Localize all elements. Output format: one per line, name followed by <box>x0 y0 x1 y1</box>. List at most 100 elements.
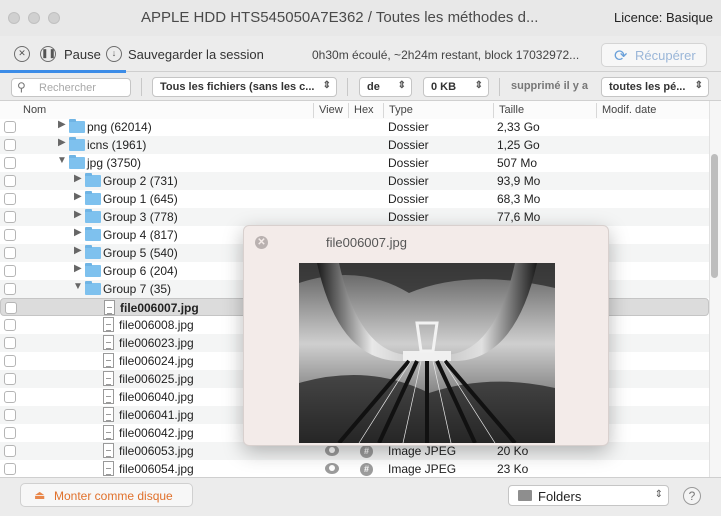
row-checkbox[interactable] <box>4 373 16 385</box>
row-checkbox[interactable] <box>4 193 16 205</box>
jpeg-file-icon <box>103 407 114 422</box>
stop-icon[interactable]: ✕ <box>14 46 30 62</box>
pause-button[interactable]: Pause <box>64 47 101 62</box>
pause-icon[interactable]: ❚❚ <box>40 46 56 62</box>
row-size: 20 Ko <box>497 444 529 458</box>
row-size: 23 Ko <box>497 462 529 476</box>
row-name: file006023.jpg <box>119 336 194 350</box>
row-checkbox[interactable] <box>4 247 16 259</box>
table-row[interactable]: ▶ Group 3 (778) Dossier 77,6 Mo <box>0 208 709 226</box>
download-icon[interactable]: ↓ <box>106 46 122 62</box>
row-checkbox[interactable] <box>4 319 16 331</box>
close-preview-icon[interactable]: ✕ <box>255 236 268 249</box>
jpeg-file-icon <box>103 425 114 440</box>
preview-popup: ✕ file006007.jpg <box>243 225 609 446</box>
table-row[interactable]: ▶ Group 2 (731) Dossier 93,9 Mo <box>0 172 709 190</box>
row-size: 77,6 Mo <box>497 210 541 224</box>
column-size[interactable]: Taille <box>499 104 524 116</box>
table-row[interactable]: ▼ jpg (3750) Dossier 507 Mo <box>0 154 709 172</box>
row-checkbox[interactable] <box>4 283 16 295</box>
column-hex[interactable]: Hex <box>354 104 374 116</box>
disclosure-down-icon[interactable]: ▼ <box>73 281 83 292</box>
row-checkbox[interactable] <box>4 211 16 223</box>
row-name: Group 3 (778) <box>103 210 178 224</box>
hex-icon[interactable]: # <box>360 445 373 458</box>
row-name: file006053.jpg <box>119 444 194 458</box>
disclosure-right-icon[interactable]: ▶ <box>58 119 66 130</box>
size-value-select[interactable]: 0 KB ⇕ <box>423 77 489 97</box>
row-checkbox[interactable] <box>4 409 16 421</box>
divider <box>347 78 348 96</box>
minimize-window-button[interactable] <box>28 12 40 24</box>
disclosure-right-icon[interactable]: ▶ <box>74 263 82 274</box>
table-row[interactable]: ▶ icns (1961) Dossier 1,25 Go <box>0 136 709 154</box>
close-window-button[interactable] <box>8 12 20 24</box>
scan-status: 0h30m écoulé, ~2h24m restant, block 1703… <box>312 48 580 62</box>
divider <box>141 78 142 96</box>
disclosure-right-icon[interactable]: ▶ <box>74 173 82 184</box>
column-modified[interactable]: Modif. date <box>602 104 656 116</box>
row-checkbox[interactable] <box>5 302 17 314</box>
recover-button[interactable]: ⟳ Récupérer <box>601 43 707 67</box>
column-type[interactable]: Type <box>389 104 413 116</box>
row-checkbox[interactable] <box>4 139 16 151</box>
row-checkbox[interactable] <box>4 427 16 439</box>
refresh-icon: ⟳ <box>614 48 628 65</box>
zoom-window-button[interactable] <box>48 12 60 24</box>
file-type-value: Tous les fichiers (sans les c... <box>160 81 315 93</box>
recover-label: Récupérer <box>635 48 696 63</box>
row-type: Dossier <box>388 156 429 170</box>
row-name: Group 7 (35) <box>103 282 172 296</box>
row-type: Dossier <box>388 192 429 206</box>
row-checkbox[interactable] <box>4 463 16 475</box>
disclosure-right-icon[interactable]: ▶ <box>74 245 82 256</box>
view-eye-icon[interactable] <box>325 445 339 456</box>
help-button[interactable]: ? <box>683 487 701 505</box>
size-value: 0 KB <box>431 81 457 93</box>
view-mode-value: Folders <box>538 489 582 504</box>
search-input[interactable]: ⚲ Rechercher <box>11 78 131 97</box>
size-from-select[interactable]: de ⇕ <box>359 77 412 97</box>
mount-as-disk-button[interactable]: ⏏ Monter comme disque <box>20 483 193 507</box>
hex-icon[interactable]: # <box>360 463 373 476</box>
period-select[interactable]: toutes les pé... ⇕ <box>601 77 709 97</box>
row-checkbox[interactable] <box>4 355 16 367</box>
disclosure-right-icon[interactable]: ▶ <box>74 227 82 238</box>
row-name: Group 4 (817) <box>103 228 178 242</box>
disclosure-right-icon[interactable]: ▶ <box>74 209 82 220</box>
folder-icon <box>85 263 101 277</box>
row-name: file006041.jpg <box>119 408 194 422</box>
disclosure-down-icon[interactable]: ▼ <box>57 155 67 166</box>
row-size: 2,33 Go <box>497 120 540 134</box>
window-title: APPLE HDD HTS545050A7E362 / Toutes les m… <box>141 9 539 26</box>
row-checkbox[interactable] <box>4 337 16 349</box>
table-row[interactable]: ▶ Group 1 (645) Dossier 68,3 Mo <box>0 190 709 208</box>
row-name: file006054.jpg <box>119 462 194 476</box>
view-mode-select[interactable]: Folders ⇕ <box>508 485 669 506</box>
disclosure-right-icon[interactable]: ▶ <box>74 191 82 202</box>
view-eye-icon[interactable] <box>325 463 339 474</box>
folder-icon <box>85 173 101 187</box>
row-checkbox[interactable] <box>4 391 16 403</box>
row-checkbox[interactable] <box>4 121 16 133</box>
row-name: file006040.jpg <box>119 390 194 404</box>
row-checkbox[interactable] <box>4 157 16 169</box>
jpeg-file-icon <box>104 300 115 315</box>
folder-icon <box>85 209 101 223</box>
column-name[interactable]: Nom <box>23 104 46 116</box>
save-session-button[interactable]: Sauvegarder la session <box>128 47 264 62</box>
table-row[interactable]: file006054.jpg # Image JPEG 23 Ko <box>0 460 709 477</box>
row-checkbox[interactable] <box>4 265 16 277</box>
jpeg-file-icon <box>103 335 114 350</box>
row-checkbox[interactable] <box>4 445 16 457</box>
row-checkbox[interactable] <box>4 175 16 187</box>
jpeg-file-icon <box>103 353 114 368</box>
file-type-select[interactable]: Tous les fichiers (sans les c... ⇕ <box>152 77 337 97</box>
row-checkbox[interactable] <box>4 229 16 241</box>
column-divider <box>383 103 384 118</box>
table-row[interactable]: ▶ png (62014) Dossier 2,33 Go <box>0 119 709 136</box>
disclosure-right-icon[interactable]: ▶ <box>58 137 66 148</box>
scrollbar-thumb[interactable] <box>711 154 718 278</box>
column-view[interactable]: View <box>319 104 343 116</box>
chevron-updown-icon: ⇕ <box>694 80 703 91</box>
